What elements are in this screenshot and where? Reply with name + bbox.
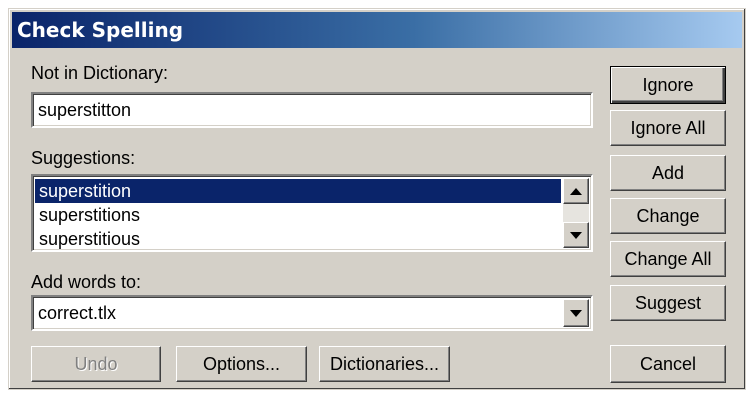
- check-spelling-dialog: Check Spelling Not in Dictionary: supers…: [8, 8, 746, 390]
- suggest-button[interactable]: Suggest: [610, 285, 726, 321]
- options-button-label: Options...: [202, 353, 281, 374]
- change-button[interactable]: Change: [610, 198, 726, 234]
- suggestion-item[interactable]: superstitions: [35, 203, 561, 227]
- suggestions-scrollbar[interactable]: [563, 178, 589, 248]
- suggestion-item[interactable]: superstitious: [35, 227, 561, 250]
- not-in-dictionary-field[interactable]: superstitton: [31, 92, 593, 128]
- dictionaries-button[interactable]: Dictionaries...: [319, 346, 450, 382]
- chevron-down-icon: [570, 309, 582, 317]
- triangle-down-icon: [570, 231, 582, 239]
- not-in-dictionary-label: Not in Dictionary:: [31, 63, 169, 83]
- ignore-all-button-label: Ignore All: [630, 117, 706, 138]
- combo-dropdown-button[interactable]: [563, 299, 589, 327]
- cancel-button[interactable]: Cancel: [610, 345, 726, 383]
- undo-button-label: Undo: [74, 353, 118, 374]
- suggest-button-label: Suggest: [634, 292, 702, 313]
- triangle-up-icon: [570, 187, 582, 195]
- not-in-dictionary-value: superstitton: [38, 100, 132, 120]
- suggestions-list[interactable]: superstition superstitions superstitious: [31, 174, 593, 252]
- suggestions-label: Suggestions:: [31, 148, 136, 168]
- undo-button[interactable]: Undo: [31, 346, 161, 382]
- add-words-to-label: Add words to:: [31, 272, 142, 292]
- add-button[interactable]: Add: [610, 155, 726, 191]
- ignore-button[interactable]: Ignore: [610, 66, 726, 104]
- title-bar[interactable]: Check Spelling: [12, 12, 742, 48]
- add-button-label: Add: [651, 162, 685, 183]
- add-words-to-combo[interactable]: correct.tlx: [31, 295, 593, 331]
- dictionaries-button-label: Dictionaries...: [329, 353, 440, 374]
- options-button[interactable]: Options...: [176, 346, 307, 382]
- suggestion-item[interactable]: superstition: [35, 179, 561, 203]
- change-all-button-label: Change All: [624, 248, 712, 269]
- ignore-button-label: Ignore: [642, 74, 694, 95]
- add-words-to-value: correct.tlx: [38, 303, 117, 323]
- ignore-all-button[interactable]: Ignore All: [610, 110, 726, 146]
- change-all-button[interactable]: Change All: [610, 241, 726, 277]
- cancel-button-label: Cancel: [639, 353, 697, 374]
- change-button-label: Change: [636, 205, 700, 226]
- scroll-up-button[interactable]: [563, 178, 589, 204]
- scroll-down-button[interactable]: [563, 222, 589, 248]
